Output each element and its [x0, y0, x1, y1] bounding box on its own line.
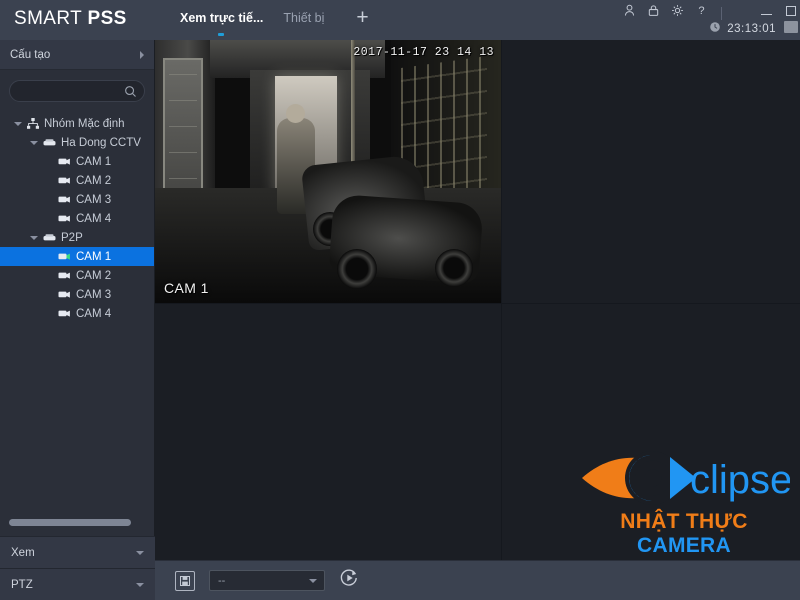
left-sidebar: Cấu tạo Nhóm Mặc định Ha Dong CCTV CAM 1…	[0, 40, 155, 600]
tree-node-label: Nhóm Mặc định	[44, 117, 125, 130]
camera-icon	[58, 195, 71, 204]
camera-status-icon[interactable]	[784, 21, 798, 33]
divider	[721, 7, 722, 20]
tree-node-label: CAM 4	[76, 212, 112, 225]
sidebar-section-view[interactable]: Xem	[0, 536, 155, 568]
device-icon	[43, 233, 56, 242]
camera-icon	[58, 290, 71, 299]
video-cell-bottom-right[interactable]: clipse NHẬT THỰC CAMERA	[502, 304, 800, 560]
tree-node-camera[interactable]: CAM 1	[0, 152, 154, 171]
app-logo: SMART PSS	[14, 8, 127, 30]
stream-select[interactable]: --	[209, 570, 325, 591]
chevron-down-icon[interactable]	[30, 140, 38, 145]
tab-live-view[interactable]: Xem trực tiế...	[170, 9, 273, 36]
tree-node-label: CAM 4	[76, 307, 112, 320]
help-icon[interactable]: ?	[695, 4, 708, 17]
minimize-button[interactable]	[761, 13, 772, 15]
tree-node-camera[interactable]: CAM 4	[0, 209, 154, 228]
eclipse-eye-logo: clipse	[582, 451, 792, 505]
svg-text:?: ?	[698, 5, 704, 17]
chevron-right-icon[interactable]	[140, 50, 144, 59]
clock-text: 23:13:01	[727, 23, 776, 35]
title-bar: SMART PSS Xem trực tiế... Thiết bị + ? 2…	[0, 0, 800, 40]
sidebar-section-label: PTZ	[11, 578, 33, 591]
chevron-down-icon[interactable]	[136, 550, 144, 555]
search-box[interactable]	[9, 80, 145, 102]
tree-node-label: CAM 3	[76, 288, 112, 301]
camera-icon	[58, 214, 71, 223]
chevron-down-icon[interactable]	[136, 582, 144, 587]
tree-node-label: CAM 1	[76, 250, 112, 263]
scrollbar-thumb[interactable]	[9, 519, 131, 526]
camera-icon	[58, 176, 71, 185]
tree-node-camera[interactable]: CAM 2	[0, 266, 154, 285]
tree-node-camera[interactable]: CAM 3	[0, 285, 154, 304]
tree-node-camera[interactable]: CAM 4	[0, 304, 154, 323]
sidebar-header-title: Cấu tạo	[10, 48, 51, 61]
video-cell-bottom-left[interactable]	[155, 304, 501, 560]
chevron-down-icon[interactable]	[309, 579, 317, 583]
device-icon	[43, 138, 56, 147]
brand-bold: PSS	[87, 8, 127, 29]
tree-node-label: CAM 1	[76, 155, 112, 168]
clock-icon	[709, 20, 721, 38]
tree-node-group[interactable]: Nhóm Mặc định	[0, 114, 154, 133]
watermark-sub-orange: NHẬT THỰC	[620, 510, 748, 533]
sidebar-section-label: Xem	[11, 546, 35, 559]
sidebar-section-ptz[interactable]: PTZ	[0, 568, 155, 600]
play-refresh-icon[interactable]	[339, 568, 359, 593]
scene-wheel	[337, 249, 377, 289]
svg-text:clipse: clipse	[690, 458, 790, 502]
brand-light: SMART	[14, 8, 88, 29]
add-tab-button[interactable]: +	[356, 7, 368, 28]
watermark-logo: clipse NHẬT THỰC CAMERA	[578, 447, 792, 558]
watermark-subtitle: NHẬT THỰC CAMERA	[578, 510, 790, 558]
video-grid: 2017-11-17 23 14 13 CAM 1 clipse NHẬT TH…	[155, 40, 800, 560]
chevron-down-icon[interactable]	[14, 121, 22, 126]
chevron-down-icon[interactable]	[30, 235, 38, 240]
video-cell-top-right[interactable]	[502, 40, 800, 303]
tab-bar: Xem trực tiế... Thiết bị +	[170, 7, 369, 36]
tree-node-camera[interactable]: CAM 3	[0, 190, 154, 209]
horizontal-scrollbar[interactable]	[9, 519, 146, 526]
tree-node-label: CAM 3	[76, 193, 112, 206]
smart-pss-window: SMART PSS Xem trực tiế... Thiết bị + ? 2…	[0, 0, 800, 600]
tree-node-device[interactable]: Ha Dong CCTV	[0, 133, 154, 152]
tree-node-label: CAM 2	[76, 269, 112, 282]
lock-icon[interactable]	[647, 4, 660, 17]
camera-icon	[58, 271, 71, 280]
search-icon[interactable]	[124, 85, 137, 103]
video-timestamp: 2017-11-17 23 14 13	[353, 46, 494, 59]
camera-icon	[58, 252, 71, 261]
search-container	[0, 70, 154, 110]
tab-devices[interactable]: Thiết bị	[273, 9, 334, 27]
window-controls	[761, 4, 796, 16]
tree-node-camera[interactable]: CAM 2	[0, 171, 154, 190]
system-icon-group: ?	[623, 4, 708, 17]
camera-icon	[58, 157, 71, 166]
device-tree: Nhóm Mặc định Ha Dong CCTV CAM 1 CAM 2 C…	[0, 110, 154, 323]
stream-select-value: --	[218, 574, 226, 587]
sidebar-header[interactable]: Cấu tạo	[0, 40, 154, 70]
clock-widget: 23:13:01	[709, 20, 776, 38]
scene-wheel	[435, 249, 473, 287]
tree-node-label: Ha Dong CCTV	[61, 136, 141, 149]
watermark-sub-blue: CAMERA	[637, 534, 731, 557]
video-channel-name: CAM 1	[164, 280, 209, 296]
live-video-feed[interactable]: 2017-11-17 23 14 13 CAM 1	[155, 40, 501, 303]
tree-node-device[interactable]: P2P	[0, 228, 154, 247]
tree-node-label: CAM 2	[76, 174, 112, 187]
video-cell-top-left[interactable]: 2017-11-17 23 14 13 CAM 1	[155, 40, 501, 303]
snapshot-icon[interactable]	[175, 570, 195, 591]
tree-node-label: P2P	[61, 231, 83, 244]
camera-icon	[58, 309, 71, 318]
tree-node-camera-selected[interactable]: CAM 1	[0, 247, 154, 266]
user-icon[interactable]	[623, 4, 636, 17]
maximize-button[interactable]	[786, 6, 796, 16]
scene-person-head	[286, 104, 305, 123]
gear-icon[interactable]	[671, 4, 684, 17]
group-icon	[27, 118, 39, 129]
bottom-toolbar: --	[155, 560, 800, 600]
